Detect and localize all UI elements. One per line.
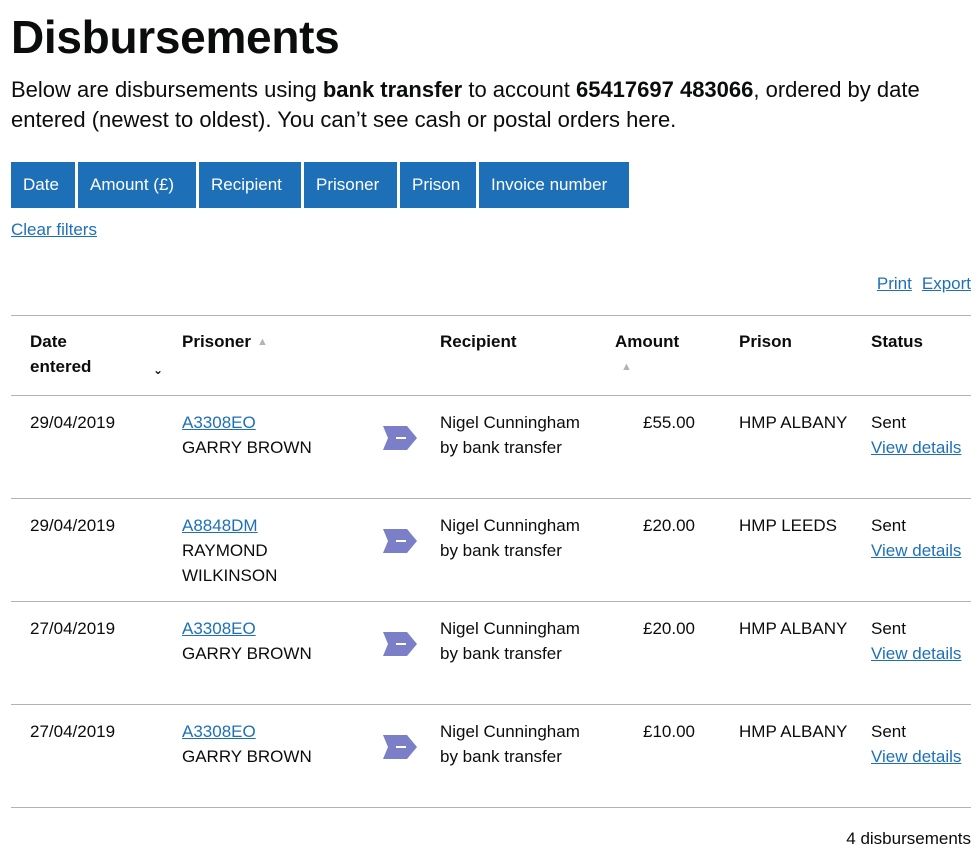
row-prison: HMP ALBANY (739, 722, 848, 741)
row-recipient: Nigel Cunningham by bank transfer (440, 719, 590, 769)
header-date-line2: entered (30, 357, 92, 376)
intro-method: bank transfer (322, 77, 463, 102)
prisoner-number-link[interactable]: A8848DM (182, 516, 258, 535)
status-text: Sent (871, 413, 906, 432)
arrow-tag-icon (383, 529, 417, 553)
intro-prefix: Below are disbursements using (11, 77, 323, 102)
header-amount-label: Amount (615, 332, 680, 351)
row-amount: £20.00 (643, 619, 695, 638)
filter-prison-button[interactable]: Prison (400, 162, 476, 208)
row-date: 27/04/2019 (30, 722, 116, 741)
row-prison: HMP LEEDS (739, 516, 837, 535)
prisoner-name: GARRY BROWN (182, 747, 312, 766)
prisoner-name: RAYMOND WILKINSON (182, 541, 278, 585)
filter-prisoner-button[interactable]: Prisoner (304, 162, 397, 208)
row-amount: £55.00 (643, 413, 695, 432)
results-count: 4 disbursements (846, 829, 971, 848)
header-prisoner-label: Prisoner (182, 332, 251, 351)
table-actions: Print Export (877, 274, 971, 294)
page-title: Disbursements (11, 11, 340, 63)
view-details-link[interactable]: View details (871, 438, 961, 457)
row-date: 29/04/2019 (30, 516, 116, 535)
row-prison: HMP ALBANY (739, 413, 848, 432)
filter-invoice-button[interactable]: Invoice number (479, 162, 629, 208)
row-status: Sent View details (871, 513, 971, 563)
row-prison: HMP ALBANY (739, 619, 848, 638)
row-recipient: Nigel Cunningham by bank transfer (440, 616, 590, 666)
filter-date-button[interactable]: Date (11, 162, 75, 208)
clear-filters-link[interactable]: Clear filters (11, 220, 97, 240)
view-details-link[interactable]: View details (871, 644, 961, 663)
row-recipient: Nigel Cunningham by bank transfer (440, 513, 590, 563)
table-header: Date entered ⌄ Prisoner ▲ Recipient Amoun… (11, 316, 971, 395)
arrow-tag-icon (383, 735, 417, 759)
intro-text: Below are disbursements using bank trans… (11, 75, 961, 135)
table-row: 27/04/2019 A3308EO GARRY BROWN Nigel Cun… (11, 601, 971, 704)
filter-bar: Date Amount (£) Recipient Prisoner Priso… (11, 162, 629, 208)
table-row: 29/04/2019 A8848DM RAYMOND WILKINSON Nig… (11, 498, 971, 601)
row-prisoner: A3308EO GARRY BROWN (182, 616, 382, 666)
disbursements-table: Date entered ⌄ Prisoner ▲ Recipient Amoun… (11, 315, 971, 808)
recipient-name: Nigel Cunningham (440, 722, 580, 741)
table-row: 27/04/2019 A3308EO GARRY BROWN Nigel Cun… (11, 704, 971, 807)
row-date: 29/04/2019 (30, 413, 116, 432)
view-details-link[interactable]: View details (871, 541, 961, 560)
header-prisoner[interactable]: Prisoner ▲ (182, 329, 382, 355)
chevron-down-icon: ⌄ (153, 363, 164, 377)
recipient-method: by bank transfer (440, 747, 562, 766)
row-status: Sent View details (871, 719, 971, 769)
row-prisoner: A8848DM RAYMOND WILKINSON (182, 513, 382, 588)
recipient-name: Nigel Cunningham (440, 516, 580, 535)
row-recipient: Nigel Cunningham by bank transfer (440, 410, 590, 460)
prisoner-number-link[interactable]: A3308EO (182, 722, 256, 741)
filter-amount-button[interactable]: Amount (£) (78, 162, 196, 208)
arrow-tag-icon (383, 426, 417, 450)
filter-recipient-button[interactable]: Recipient (199, 162, 301, 208)
view-details-link[interactable]: View details (871, 747, 961, 766)
header-date-line1: Date (30, 332, 67, 351)
sort-icon: ▲ (621, 361, 632, 374)
print-link[interactable]: Print (877, 274, 912, 294)
row-status: Sent View details (871, 616, 971, 666)
status-text: Sent (871, 516, 906, 535)
prisoner-name: GARRY BROWN (182, 644, 312, 663)
row-date: 27/04/2019 (30, 619, 116, 638)
recipient-name: Nigel Cunningham (440, 619, 580, 638)
header-amount[interactable]: Amount ▲ (615, 329, 695, 380)
row-amount: £10.00 (643, 722, 695, 741)
intro-middle: to account (462, 77, 576, 102)
row-prisoner: A3308EO GARRY BROWN (182, 719, 382, 769)
table-row: 29/04/2019 A3308EO GARRY BROWN Nigel Cun… (11, 395, 971, 498)
recipient-name: Nigel Cunningham (440, 413, 580, 432)
status-text: Sent (871, 722, 906, 741)
intro-account: 65417697 483066 (575, 77, 754, 102)
status-text: Sent (871, 619, 906, 638)
row-prisoner: A3308EO GARRY BROWN (182, 410, 382, 460)
header-date-entered[interactable]: Date entered ⌄ (30, 329, 163, 379)
table-bottom-border (11, 807, 971, 808)
row-status: Sent View details (871, 410, 971, 460)
prisoner-name: GARRY BROWN (182, 438, 312, 457)
header-prison: Prison (739, 332, 792, 351)
header-recipient: Recipient (440, 332, 517, 351)
recipient-method: by bank transfer (440, 541, 562, 560)
recipient-method: by bank transfer (440, 438, 562, 457)
prisoner-number-link[interactable]: A3308EO (182, 619, 256, 638)
sort-icon: ▲ (256, 336, 268, 349)
arrow-tag-icon (383, 632, 417, 656)
prisoner-number-link[interactable]: A3308EO (182, 413, 256, 432)
export-link[interactable]: Export (922, 274, 971, 294)
recipient-method: by bank transfer (440, 644, 562, 663)
row-amount: £20.00 (643, 516, 695, 535)
header-status: Status (871, 332, 923, 351)
